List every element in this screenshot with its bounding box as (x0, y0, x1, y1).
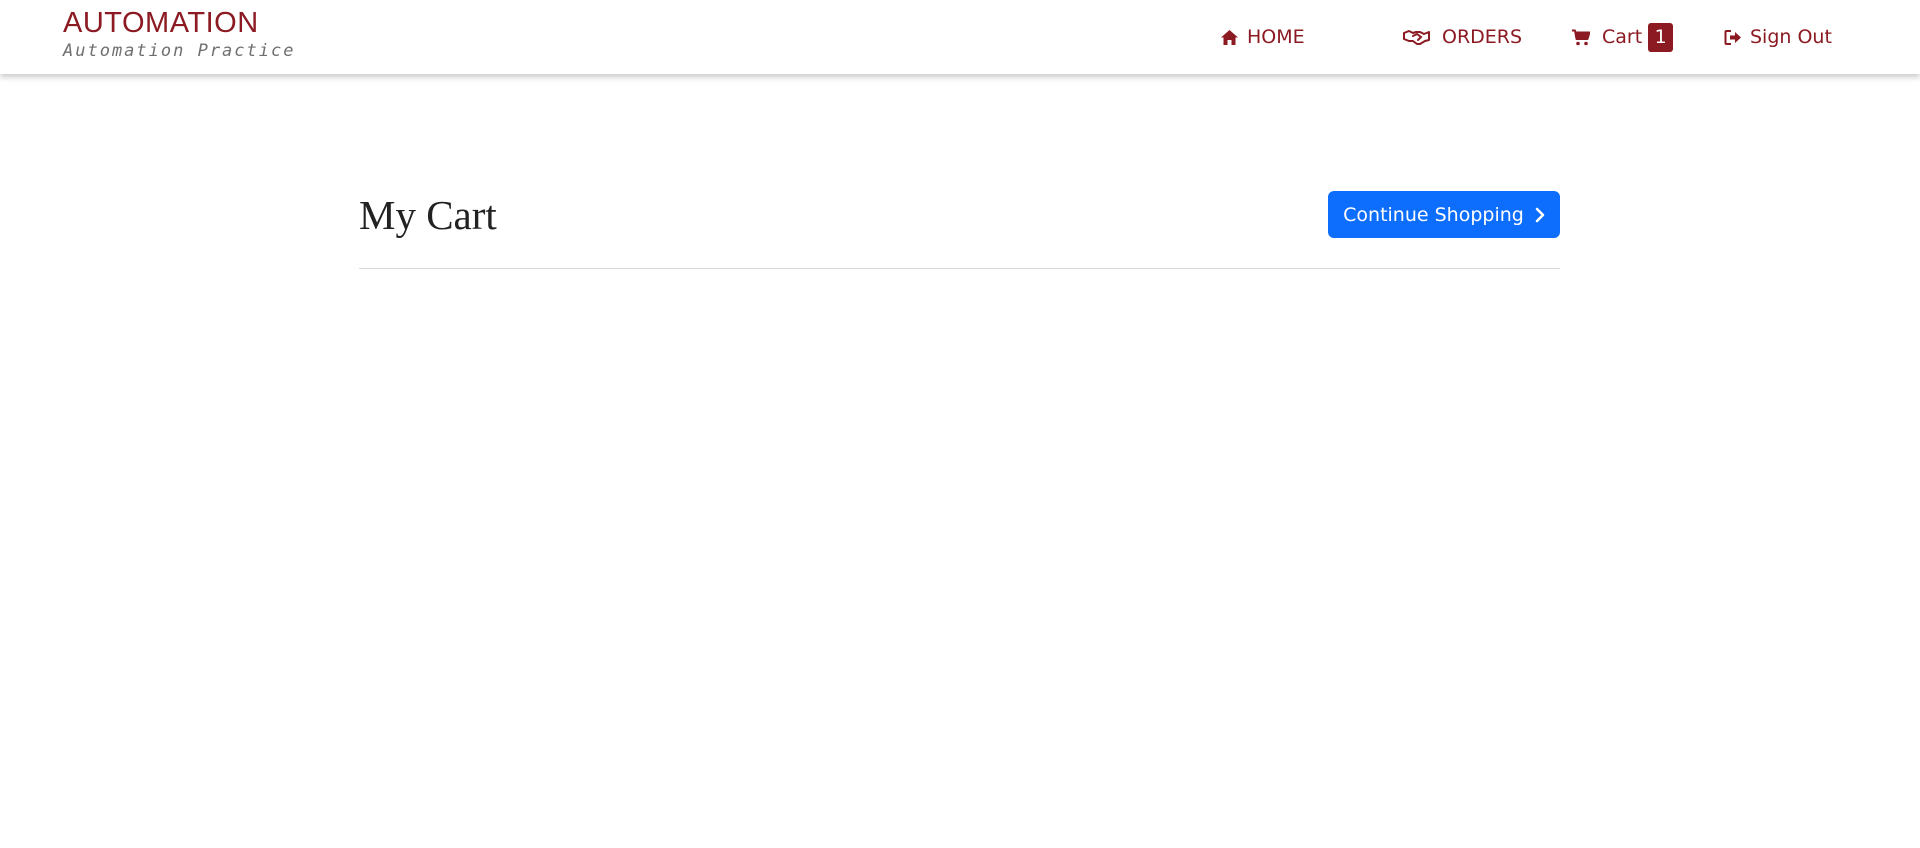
page-title: My Cart (359, 192, 497, 238)
sign-out-icon (1724, 29, 1742, 46)
nav-orders-label: ORDERS (1442, 26, 1523, 48)
cart-icon (1572, 29, 1590, 46)
cart-count-badge: 1 (1648, 22, 1674, 52)
nav-cart-link[interactable]: Cart 1 (1572, 22, 1674, 52)
nav-cart-label: Cart (1602, 26, 1643, 48)
nav-signout-link[interactable]: Sign Out (1724, 22, 1832, 52)
brand-title: AUTOMATION (63, 7, 259, 39)
continue-shopping-button[interactable]: Continue Shopping (1328, 191, 1560, 238)
chevron-right-icon (1535, 207, 1545, 223)
home-icon (1220, 29, 1239, 46)
brand-logo[interactable]: AUTOMATION Automation Practice (63, 6, 295, 61)
continue-shopping-label: Continue Shopping (1343, 203, 1524, 226)
header-divider (359, 268, 1560, 269)
nav-home-link[interactable]: HOME (1220, 22, 1305, 52)
nav-signout-label: Sign Out (1750, 26, 1832, 48)
top-navbar: AUTOMATION Automation Practice HOME ORDE… (0, 0, 1920, 74)
handshake-icon (1403, 29, 1430, 46)
nav-orders-link[interactable]: ORDERS (1403, 22, 1522, 52)
nav-home-label: HOME (1247, 26, 1305, 48)
brand-subtitle: Automation Practice (63, 41, 296, 61)
